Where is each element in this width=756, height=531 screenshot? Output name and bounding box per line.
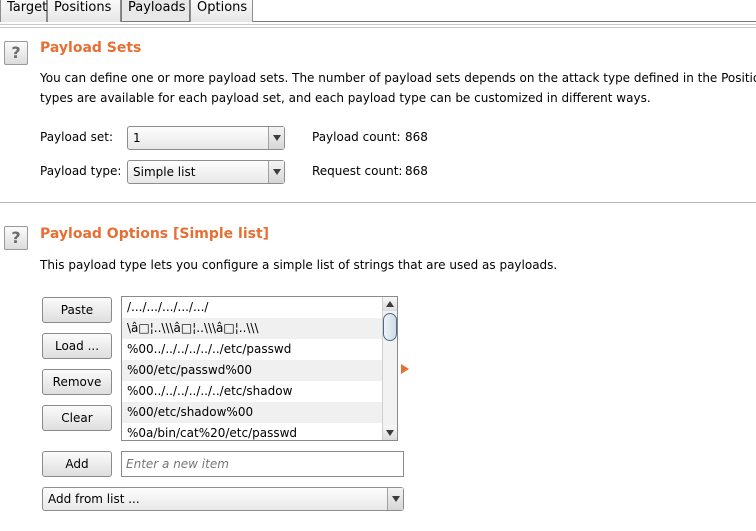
paste-button[interactable]: Paste	[42, 297, 112, 323]
payload-count-value: 868	[405, 130, 428, 144]
payload-type-label: Payload type:	[40, 164, 122, 178]
list-item[interactable]: %0a/bin/cat%20/etc/passwd	[122, 423, 382, 440]
list-item[interactable]: %00../../../../../../etc/shadow	[122, 381, 382, 402]
remove-button[interactable]: Remove	[42, 369, 112, 395]
dropdown-button[interactable]	[268, 127, 284, 149]
tab-bar: Target Positions Payloads Options	[0, 0, 756, 22]
payload-type-value: Simple list	[133, 165, 196, 179]
list-item[interactable]: %00/etc/passwd%00	[122, 360, 382, 381]
payload-type-select[interactable]: Simple list	[127, 160, 285, 184]
list-item[interactable]: \â□¦..\\\â□¦..\\\â□¦..\\\	[122, 318, 382, 339]
request-count-value: 868	[405, 164, 428, 178]
tab-label: Positions	[54, 0, 112, 15]
tab-label: Target	[7, 0, 48, 15]
section-divider	[0, 202, 756, 203]
list-item[interactable]: %00/etc/shadow%00	[122, 402, 382, 423]
payload-set-select[interactable]: 1	[127, 126, 285, 150]
scroll-thumb[interactable]	[383, 313, 397, 341]
chevron-down-icon	[273, 135, 281, 141]
tab-underline	[0, 24, 756, 28]
payload-list[interactable]: /.../.../.../.../.../ \â□¦..\\\â□¦..\\\â…	[121, 296, 398, 441]
chevron-down-icon	[273, 169, 281, 175]
tab-target[interactable]: Target	[0, 0, 47, 22]
add-from-list-select[interactable]: Add from list ...	[42, 487, 404, 511]
payload-options-description: This payload type lets you configure a s…	[40, 258, 558, 272]
request-count-label: Request count:	[312, 164, 403, 178]
scroll-down-button[interactable]	[383, 426, 397, 440]
tab-options[interactable]: Options	[190, 0, 253, 22]
chevron-down-icon	[392, 496, 400, 502]
add-button[interactable]: Add	[42, 451, 112, 477]
chevron-up-icon	[386, 301, 394, 307]
expand-arrow-icon[interactable]	[401, 364, 409, 374]
tab-positions[interactable]: Positions	[47, 0, 121, 22]
tab-label: Options	[197, 0, 248, 15]
list-item[interactable]: /.../.../.../.../.../	[122, 297, 382, 318]
dropdown-button[interactable]	[387, 488, 403, 510]
clear-button[interactable]: Clear	[42, 405, 112, 431]
add-from-list-label: Add from list ...	[48, 492, 140, 506]
chevron-down-icon	[386, 430, 394, 436]
tab-label: Payloads	[128, 0, 186, 15]
scroll-up-button[interactable]	[383, 297, 397, 311]
payload-set-value: 1	[133, 131, 141, 145]
list-item[interactable]: %00../../../../../../etc/passwd	[122, 339, 382, 360]
payload-count-label: Payload count:	[312, 130, 401, 144]
payload-sets-title: Payload Sets	[40, 40, 142, 56]
dropdown-button[interactable]	[268, 161, 284, 183]
payload-options-title: Payload Options [Simple list]	[40, 226, 270, 242]
load-button[interactable]: Load ...	[42, 333, 112, 359]
new-item-input[interactable]: Enter a new item	[121, 451, 404, 477]
list-scrollbar[interactable]	[382, 297, 397, 440]
help-icon[interactable]: ?	[4, 226, 28, 250]
payload-sets-description-line2: types are available for each payload set…	[40, 91, 651, 105]
help-icon[interactable]: ?	[4, 41, 28, 65]
payload-set-label: Payload set:	[40, 130, 113, 144]
payload-sets-description-line1: You can define one or more payload sets.…	[40, 71, 756, 85]
tab-payloads[interactable]: Payloads	[121, 0, 190, 22]
